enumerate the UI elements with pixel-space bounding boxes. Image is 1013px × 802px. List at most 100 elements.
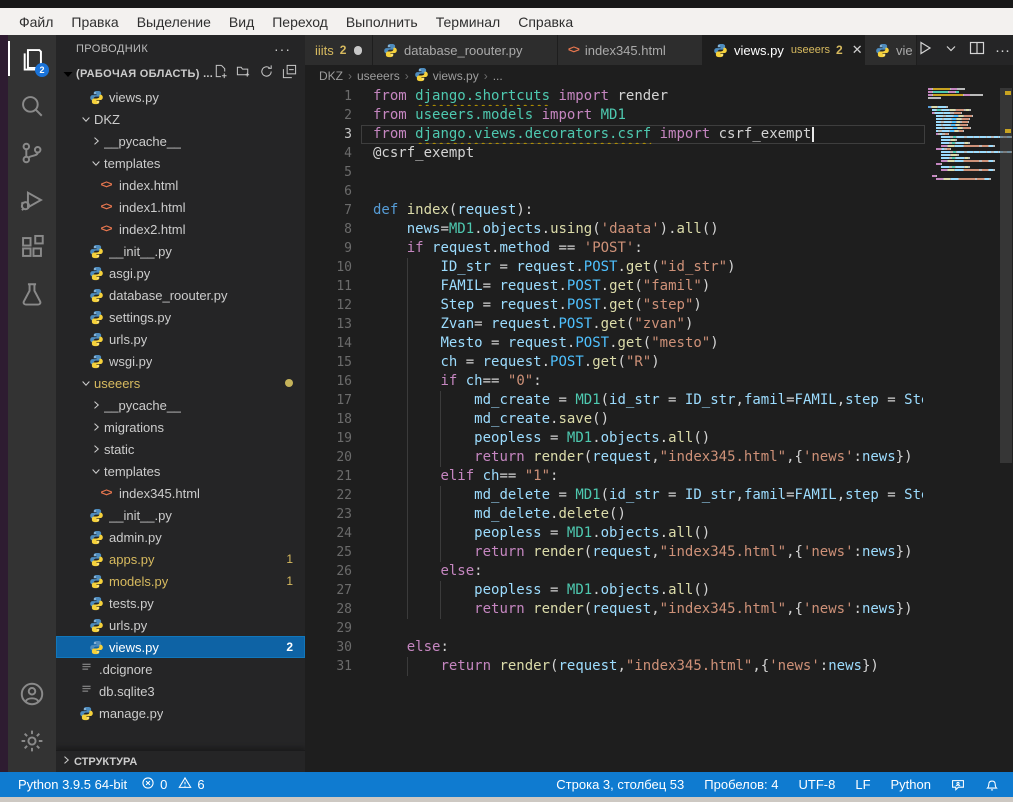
tree-item-init-.py[interactable]: __init__.py — [56, 240, 305, 262]
collapse-all-icon[interactable] — [282, 64, 297, 84]
more-actions-icon[interactable]: ··· — [995, 42, 1010, 59]
code-line-20[interactable]: 20 return render(request,"index345.html"… — [305, 448, 1013, 467]
code-line-21[interactable]: 21 elif ch== "1": — [305, 467, 1013, 486]
new-file-icon[interactable] — [213, 64, 228, 84]
code-line-7[interactable]: 7def index(request): — [305, 201, 1013, 220]
code-line-29[interactable]: 29 — [305, 619, 1013, 638]
code-line-28[interactable]: 28 return render(request,"index345.html"… — [305, 600, 1013, 619]
encoding-status[interactable]: UTF-8 — [799, 777, 836, 792]
tree-item-dkz[interactable]: DKZ — [56, 108, 305, 130]
cursor-position-status[interactable]: Строка 3, столбец 53 — [556, 777, 684, 792]
new-folder-icon[interactable] — [236, 64, 251, 84]
modified-dot-icon[interactable] — [354, 46, 362, 55]
tree-item-urls.py[interactable]: urls.py — [56, 614, 305, 636]
tree-item-index1.html[interactable]: <>index1.html — [56, 196, 305, 218]
tree-item-views.py[interactable]: views.py2 — [56, 636, 305, 658]
tree-item-wsgi.py[interactable]: wsgi.py — [56, 350, 305, 372]
language-mode-status[interactable]: Python — [891, 777, 931, 792]
tree-item-index2.html[interactable]: <>index2.html — [56, 218, 305, 240]
code-line-16[interactable]: 16 if ch== "0": — [305, 372, 1013, 391]
eol-status[interactable]: LF — [855, 777, 870, 792]
code-line-17[interactable]: 17 md_create = MD1(id_str = ID_str,famil… — [305, 391, 1013, 410]
run-and-debug-icon[interactable] — [8, 176, 56, 223]
extensions-icon[interactable] — [8, 223, 56, 270]
tree-item-migrations[interactable]: migrations — [56, 416, 305, 438]
vertical-scrollbar[interactable] — [1000, 88, 1012, 463]
tab-index345.html[interactable]: <>index345.html — [558, 35, 703, 65]
code-line-23[interactable]: 23 md_delete.delete() — [305, 505, 1013, 524]
close-icon[interactable]: ✕ — [852, 42, 863, 58]
tree-item-pycache[interactable]: __pycache__ — [56, 394, 305, 416]
feedback-icon[interactable] — [951, 778, 965, 792]
menu-item-правка[interactable]: Правка — [62, 14, 127, 30]
menu-item-выделение[interactable]: Выделение — [128, 14, 220, 30]
tree-item-urls.py[interactable]: urls.py — [56, 328, 305, 350]
code-editor[interactable]: 1from django.shortcuts import render2fro… — [305, 87, 1013, 772]
code-line-5[interactable]: 5 — [305, 163, 1013, 182]
code-line-6[interactable]: 6 — [305, 182, 1013, 201]
code-line-9[interactable]: 9 if request.method == 'POST': — [305, 239, 1013, 258]
tree-item-pycache[interactable]: __pycache__ — [56, 130, 305, 152]
code-line-24[interactable]: 24 peopless = MD1.objects.all() — [305, 524, 1013, 543]
run-button[interactable] — [917, 40, 933, 61]
code-line-3[interactable]: 3from django.views.decorators.csrf impor… — [305, 125, 1013, 144]
menu-item-терминал[interactable]: Терминал — [427, 14, 509, 30]
code-line-26[interactable]: 26 else: — [305, 562, 1013, 581]
tree-item-models.py[interactable]: models.py1 — [56, 570, 305, 592]
code-line-18[interactable]: 18 md_create.save() — [305, 410, 1013, 429]
code-line-14[interactable]: 14 Mesto = request.POST.get("mesto") — [305, 334, 1013, 353]
tree-item-database-roouter.py[interactable]: database_roouter.py — [56, 284, 305, 306]
code-line-13[interactable]: 13 Zvan= request.POST.get("zvan") — [305, 315, 1013, 334]
refresh-icon[interactable] — [259, 64, 274, 84]
indentation-status[interactable]: Пробелов: 4 — [704, 777, 778, 792]
notifications-bell-icon[interactable] — [985, 778, 999, 792]
tree-item-index345.html[interactable]: <>index345.html — [56, 482, 305, 504]
code-line-4[interactable]: 4@csrf_exempt — [305, 144, 1013, 163]
run-dropdown-icon[interactable] — [943, 40, 959, 61]
search-icon[interactable] — [8, 82, 56, 129]
menu-item-справка[interactable]: Справка — [509, 14, 582, 30]
python-interpreter-status[interactable]: Python 3.9.5 64-bit — [18, 777, 127, 792]
tree-item-static[interactable]: static — [56, 438, 305, 460]
code-line-22[interactable]: 22 md_delete = MD1(id_str = ID_str,famil… — [305, 486, 1013, 505]
tab-views.py[interactable]: views.pyuseeers2✕ — [703, 35, 865, 65]
breadcrumb-item-useeers[interactable]: useeers — [357, 69, 400, 83]
code-line-2[interactable]: 2from useeers.models import MD1 — [305, 106, 1013, 125]
breadcrumb-item-dkz[interactable]: DKZ — [319, 69, 343, 83]
accounts-icon[interactable] — [8, 670, 56, 717]
code-line-11[interactable]: 11 FAMIL= request.POST.get("famil") — [305, 277, 1013, 296]
tree-item-.dcignore[interactable]: .dcignore — [56, 658, 305, 680]
breadcrumb-item-views.py[interactable]: views.py — [414, 67, 479, 85]
code-line-19[interactable]: 19 peopless = MD1.objects.all() — [305, 429, 1013, 448]
settings-icon[interactable] — [8, 717, 56, 764]
code-line-1[interactable]: 1from django.shortcuts import render — [305, 87, 1013, 106]
menu-item-переход[interactable]: Переход — [263, 14, 337, 30]
tree-item-settings.py[interactable]: settings.py — [56, 306, 305, 328]
code-line-15[interactable]: 15 ch = request.POST.get("R") — [305, 353, 1013, 372]
code-line-12[interactable]: 12 Step = request.POST.get("step") — [305, 296, 1013, 315]
code-line-30[interactable]: 30 else: — [305, 638, 1013, 657]
code-line-8[interactable]: 8 news=MD1.objects.using('daata').all() — [305, 220, 1013, 239]
code-line-10[interactable]: 10 ID_str = request.POST.get("id_str") — [305, 258, 1013, 277]
breadcrumb-item-...[interactable]: ... — [493, 69, 503, 83]
tree-item-index.html[interactable]: <>index.html — [56, 174, 305, 196]
source-control-icon[interactable] — [8, 129, 56, 176]
menu-item-вид[interactable]: Вид — [220, 14, 263, 30]
tab-vie[interactable]: vie — [865, 35, 917, 65]
tree-item-views.py[interactable]: views.py — [56, 86, 305, 108]
split-editor-icon[interactable] — [969, 40, 985, 61]
tree-item-db.sqlite3[interactable]: db.sqlite3 — [56, 680, 305, 702]
workspace-section-header[interactable]: (РАБОЧАЯ ОБЛАСТЬ) ... — [56, 62, 305, 86]
tab-database-roouter.py[interactable]: database_roouter.py — [373, 35, 558, 65]
menu-item-выполнить[interactable]: Выполнить — [337, 14, 427, 30]
explorer-more-actions-icon[interactable]: ··· — [274, 41, 291, 57]
tree-item-templates[interactable]: templates — [56, 152, 305, 174]
code-line-31[interactable]: 31 return render(request,"index345.html"… — [305, 657, 1013, 676]
tree-item-admin.py[interactable]: admin.py — [56, 526, 305, 548]
explorer-icon[interactable]: 2 — [8, 35, 56, 82]
tree-item-useeers[interactable]: useeers — [56, 372, 305, 394]
tree-item-asgi.py[interactable]: asgi.py — [56, 262, 305, 284]
tree-item-manage.py[interactable]: manage.py — [56, 702, 305, 724]
tab-iiits[interactable]: iiits2 — [305, 35, 373, 65]
tree-item-tests.py[interactable]: tests.py — [56, 592, 305, 614]
